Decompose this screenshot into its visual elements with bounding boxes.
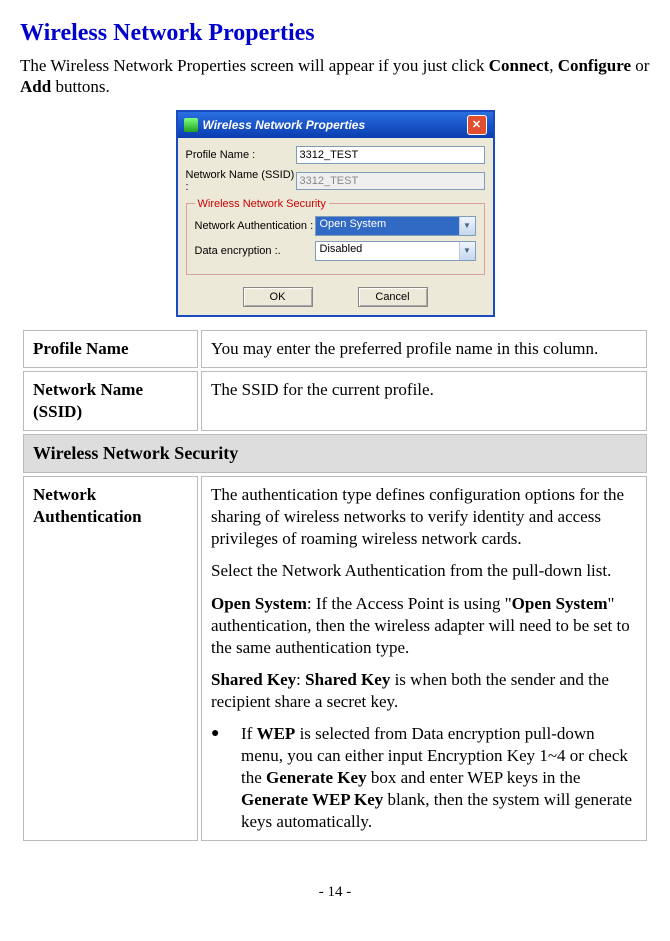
intro-configure: Configure <box>558 56 631 75</box>
ssid-label: Network Name (SSID) : <box>186 169 296 193</box>
chevron-down-icon[interactable]: ▼ <box>459 217 475 235</box>
page-heading: Wireless Network Properties <box>20 20 650 47</box>
auth-value: Open System <box>316 217 459 235</box>
row-ssid-label: Network Name (SSID) <box>23 371 198 431</box>
intro-text: The Wireless Network Properties screen w… <box>20 56 489 75</box>
intro-paragraph: The Wireless Network Properties screen w… <box>20 55 650 98</box>
enc-value: Disabled <box>316 242 459 260</box>
section-header-security: Wireless Network Security <box>23 434 647 473</box>
row-ssid-desc: The SSID for the current profile. <box>201 371 647 431</box>
intro-connect: Connect <box>489 56 549 75</box>
bullet-icon: ● <box>211 723 223 833</box>
app-icon <box>184 118 198 132</box>
profile-name-label: Profile Name : <box>186 149 296 161</box>
wireless-properties-dialog: Wireless Network Properties ✕ Profile Na… <box>176 110 495 317</box>
auth-p2: Select the Network Authentication from t… <box>211 560 637 582</box>
intro-add: Add <box>20 77 51 96</box>
auth-bullet: ● If WEP is selected from Data encryptio… <box>211 723 637 833</box>
ok-button[interactable]: OK <box>243 287 313 307</box>
enc-label: Data encryption :. <box>195 245 315 257</box>
dialog-titlebar: Wireless Network Properties ✕ <box>178 112 493 138</box>
row-profile-name-desc: You may enter the preferred profile name… <box>201 330 647 368</box>
security-fieldset: Wireless Network Security Network Authen… <box>186 198 485 275</box>
row-auth-desc: The authentication type defines configur… <box>201 476 647 841</box>
properties-table: Profile Name You may enter the preferred… <box>20 327 650 845</box>
row-profile-name-label: Profile Name <box>23 330 198 368</box>
chevron-down-icon[interactable]: ▼ <box>459 242 475 260</box>
auth-p1: The authentication type defines configur… <box>211 484 637 550</box>
row-auth-label: Network Authentication <box>23 476 198 841</box>
dialog-title: Wireless Network Properties <box>203 118 366 132</box>
profile-name-input[interactable] <box>296 146 485 164</box>
auth-dropdown[interactable]: Open System ▼ <box>315 216 476 236</box>
close-icon[interactable]: ✕ <box>467 115 487 135</box>
cancel-button[interactable]: Cancel <box>358 287 428 307</box>
auth-label: Network Authentication : <box>195 220 315 232</box>
auth-p4: Shared Key: Shared Key is when both the … <box>211 669 637 713</box>
enc-dropdown[interactable]: Disabled ▼ <box>315 241 476 261</box>
dialog-screenshot: Wireless Network Properties ✕ Profile Na… <box>20 110 650 317</box>
security-legend: Wireless Network Security <box>195 198 329 210</box>
ssid-input[interactable] <box>296 172 485 190</box>
page-number: - 14 - <box>20 884 650 901</box>
auth-p3: Open System: If the Access Point is usin… <box>211 593 637 659</box>
bullet-text: If WEP is selected from Data encryption … <box>241 723 637 833</box>
